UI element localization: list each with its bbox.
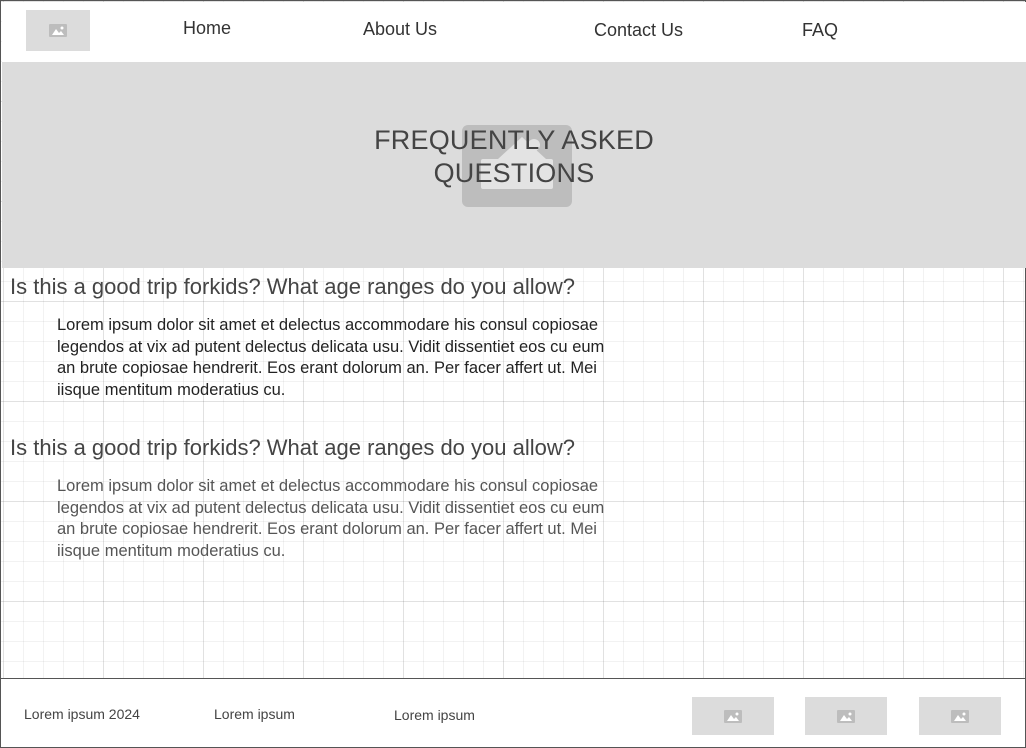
footer-link-1[interactable]: Lorem ipsum — [214, 706, 295, 722]
faq-question-2: Is this a good trip forkids? What age ra… — [10, 435, 575, 460]
faq-question-1: Is this a good trip forkids? What age ra… — [10, 274, 575, 299]
hero-banner: FREQUENTLY ASKED QUESTIONS — [2, 62, 1026, 268]
image-placeholder-icon — [49, 24, 67, 37]
image-placeholder-icon — [951, 709, 969, 723]
image-placeholder-icon — [837, 709, 855, 723]
nav-contact-us[interactable]: Contact Us — [594, 20, 683, 41]
image-placeholder-icon — [724, 709, 742, 723]
page-title: FREQUENTLY ASKED QUESTIONS — [264, 124, 764, 190]
footer-social-link-2[interactable] — [805, 697, 887, 735]
footer-copyright: Lorem ipsum 2024 — [24, 706, 140, 722]
faq-answer-1: Lorem ipsum dolor sit amet et delectus a… — [57, 316, 605, 399]
page-title-line-1: FREQUENTLY ASKED — [374, 125, 654, 155]
footer-social-link-1[interactable] — [692, 697, 774, 735]
faq-answer-2: Lorem ipsum dolor sit amet et delectus a… — [57, 477, 605, 560]
page-title-line-2: QUESTIONS — [433, 158, 595, 188]
footer-link-2[interactable]: Lorem ipsum — [394, 707, 475, 723]
site-header: Home About Us Contact Us FAQ — [2, 2, 1026, 62]
nav-faq[interactable]: FAQ — [802, 20, 838, 41]
site-footer: Lorem ipsum 2024 Lorem ipsum Lorem ipsum — [0, 678, 1026, 748]
logo[interactable] — [26, 10, 90, 51]
page-canvas: Home About Us Contact Us FAQ FREQUENTLY … — [0, 0, 1026, 748]
nav-home[interactable]: Home — [183, 18, 231, 39]
footer-social-link-3[interactable] — [919, 697, 1001, 735]
nav-about-us[interactable]: About Us — [363, 19, 437, 40]
